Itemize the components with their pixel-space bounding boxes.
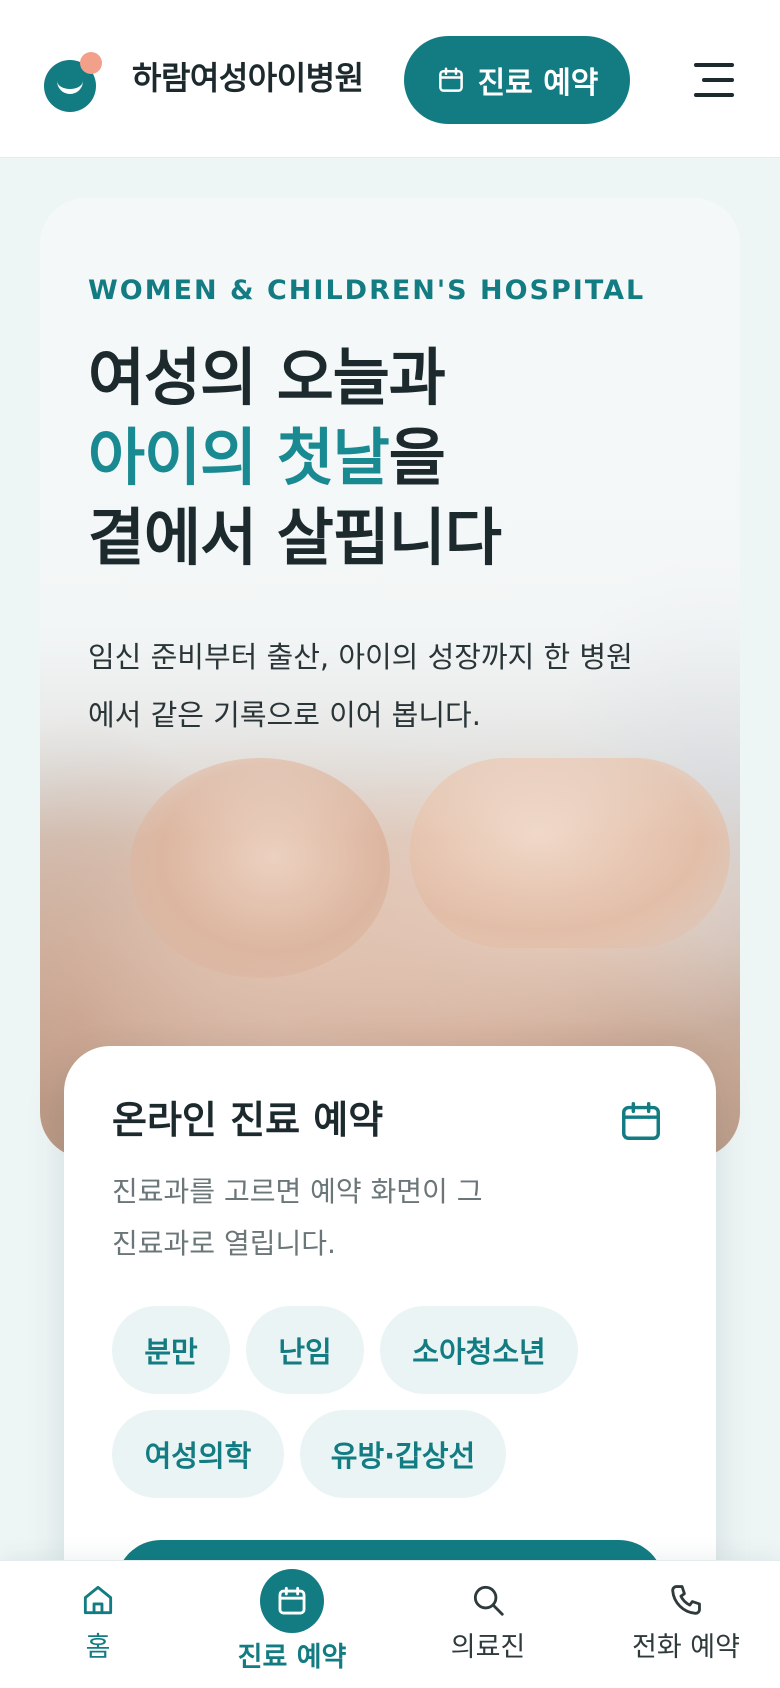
nav-label-booking: 진료 예약 <box>237 1642 347 1673</box>
nav-active-indicator <box>260 1569 324 1633</box>
home-icon <box>83 1585 113 1615</box>
calendar-icon <box>438 67 463 92</box>
reserve-button[interactable]: 진료 예약 <box>404 36 630 124</box>
nav-label-home: 홈 <box>85 1632 111 1663</box>
phone-icon <box>671 1585 701 1615</box>
menu-line <box>702 78 734 82</box>
menu-button[interactable] <box>690 60 738 100</box>
hero-description: 임신 준비부터 출산, 아이의 성장까지 한 병원에서 같은 기록으로 이어 봅… <box>88 640 633 732</box>
nav-label-phone-booking: 전화 예약 <box>632 1632 740 1663</box>
department-chip-infertility[interactable]: 난임 <box>246 1306 364 1394</box>
logo-dot <box>80 52 102 74</box>
brand-name[interactable]: 하람여성아이병원 <box>132 58 364 98</box>
calendar-icon <box>278 1586 306 1615</box>
bottom-navigation: 홈 진료 예약 의료진 전화 예약 <box>0 1560 780 1688</box>
headline-accent: 아이의 첫날 <box>88 421 390 494</box>
nav-item-phone-booking[interactable]: 전화 예약 <box>616 1561 756 1688</box>
hero-eyebrow: WOMEN & CHILDREN'S HOSPITAL <box>88 275 646 306</box>
headline-line-1: 여성의 오늘과 <box>88 341 446 414</box>
department-chip-womens-medicine[interactable]: 여성의학 <box>112 1410 284 1498</box>
department-chip-pediatrics[interactable]: 소아청소년 <box>380 1306 578 1394</box>
menu-line <box>694 63 734 67</box>
hero-section: WOMEN & CHILDREN'S HOSPITAL 여성의 오늘과 아이의 … <box>40 198 740 1158</box>
nav-item-home[interactable]: 홈 <box>38 1561 158 1688</box>
reserve-button-label: 진료 예약 <box>477 66 599 101</box>
headline-line-2-rest: 을 <box>388 421 446 494</box>
booking-title: 온라인 진료 예약 <box>112 1098 384 1142</box>
hero-headline: 여성의 오늘과 아이의 첫날을 곁에서 살핍니다 <box>88 338 502 578</box>
menu-line <box>694 93 734 97</box>
nav-item-doctors[interactable]: 의료진 <box>428 1561 548 1688</box>
search-icon <box>473 1585 504 1616</box>
app-header: 하람여성아이병원 진료 예약 <box>0 0 780 158</box>
nav-label-doctors: 의료진 <box>450 1632 526 1663</box>
department-chip-breast-thyroid[interactable]: 유방·갑상선 <box>300 1410 506 1498</box>
calendar-icon <box>622 1102 660 1140</box>
department-chip-delivery[interactable]: 분만 <box>112 1306 230 1394</box>
booking-description: 진료과를 고르면 예약 화면이 그 진료과로 열립니다. <box>112 1175 483 1260</box>
headline-line-3: 곁에서 살핍니다 <box>88 501 502 574</box>
hospital-logo[interactable] <box>44 52 102 112</box>
nav-item-booking[interactable]: 진료 예약 <box>222 1561 362 1688</box>
